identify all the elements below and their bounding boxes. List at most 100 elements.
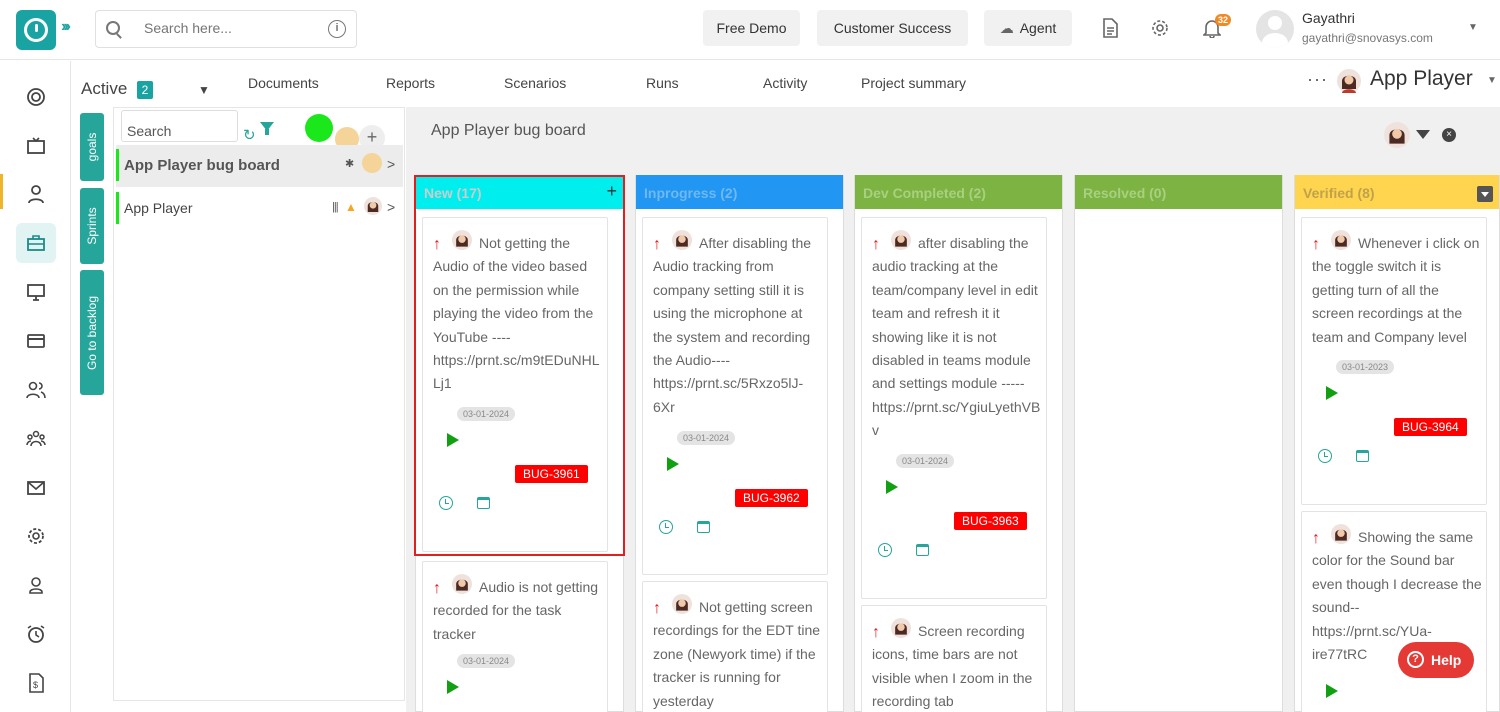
user-avatar[interactable]: [1256, 10, 1294, 48]
clock-logo-icon: [24, 18, 48, 42]
expand-menu-icon[interactable]: ›››: [61, 18, 71, 36]
chevron-right-icon[interactable]: >: [387, 156, 395, 172]
mail-icon[interactable]: [16, 468, 56, 508]
calendar-icon[interactable]: [1356, 450, 1369, 462]
tab-activity[interactable]: Activity: [763, 75, 807, 91]
settings-icon[interactable]: [16, 516, 56, 556]
projects-briefcase-icon[interactable]: [16, 223, 56, 263]
card-description: Whenever i click on the toggle switch it…: [1312, 235, 1480, 345]
card-date: 03-01-2023: [1336, 360, 1395, 374]
close-circle-icon[interactable]: ×: [1442, 128, 1456, 142]
issue-card[interactable]: ↑ Audio is not getting recorded for the …: [422, 561, 608, 712]
column-title: Inprogress (2): [644, 185, 738, 201]
agent-label: Agent: [1019, 20, 1057, 36]
bug-id-tag[interactable]: BUG-3964: [1394, 418, 1467, 436]
play-icon[interactable]: [447, 680, 459, 694]
play-icon[interactable]: [886, 480, 898, 494]
tab-reports[interactable]: Reports: [386, 75, 435, 91]
tab-documents[interactable]: Documents: [248, 75, 319, 91]
bug-id-tag[interactable]: BUG-3962: [735, 489, 808, 507]
calendar-icon[interactable]: [697, 521, 710, 533]
clock-icon[interactable]: [1318, 449, 1332, 463]
tv-icon[interactable]: [16, 126, 56, 166]
project-avatar-icon: [1337, 69, 1361, 93]
priority-bars-icon: |||: [332, 201, 339, 213]
play-icon[interactable]: [1326, 684, 1338, 698]
tab-scenarios[interactable]: Scenarios: [504, 75, 566, 91]
board-item-label: App Player bug board: [124, 157, 280, 174]
filter-icon[interactable]: [260, 122, 274, 135]
left-nav-rail: $: [0, 61, 71, 712]
app-logo[interactable]: [16, 10, 56, 50]
go-to-backlog-label: Go to backlog: [85, 295, 99, 370]
issue-card[interactable]: ↑ after disabling the audio tracking at …: [861, 217, 1047, 599]
user-icon[interactable]: [16, 174, 56, 214]
project-subnav: Active 2 ▼ Documents Reports Scenarios R…: [71, 61, 1500, 107]
board-filter-icon[interactable]: [1416, 130, 1430, 139]
help-button[interactable]: ? Help: [1398, 642, 1474, 678]
user-email: gayathri@snovasys.com: [1302, 31, 1433, 45]
selected-column-highlight: [414, 175, 625, 556]
column-title: Resolved (0): [1083, 185, 1167, 201]
board-item-indicator: [116, 149, 119, 181]
tab-project-summary[interactable]: Project summary: [861, 75, 966, 91]
issue-card[interactable]: ↑ Showing the same color for the Sound b…: [1301, 511, 1487, 712]
calendar-icon[interactable]: [916, 544, 929, 556]
board-item-app-player[interactable]: App Player ||| ▲ >: [116, 188, 403, 230]
profile-badge-icon[interactable]: [16, 565, 56, 605]
dashboard-target-icon[interactable]: [16, 77, 56, 117]
tab-runs[interactable]: Runs: [646, 75, 679, 91]
issue-card[interactable]: ↑ Not getting screen recordings for the …: [642, 581, 828, 712]
project-title[interactable]: App Player: [1370, 67, 1473, 91]
more-options-icon[interactable]: ···: [1307, 69, 1328, 90]
customer-success-button[interactable]: Customer Success: [817, 10, 968, 46]
issue-card[interactable]: ↑ Screen recording icons, time bars are …: [861, 605, 1047, 712]
card-icon[interactable]: [16, 321, 56, 361]
user-name: Gayathri: [1302, 10, 1355, 26]
clock-icon[interactable]: [878, 543, 892, 557]
bug-id-tag[interactable]: BUG-3963: [954, 512, 1027, 530]
board-search-input[interactable]: Search: [121, 110, 238, 142]
svg-text:$: $: [33, 680, 38, 690]
issue-card[interactable]: ↑ Whenever i click on the toggle switch …: [1301, 217, 1487, 505]
sprints-tab[interactable]: Sprints: [80, 188, 104, 264]
info-icon[interactable]: i: [328, 20, 346, 38]
settings-gear-icon[interactable]: [1150, 18, 1170, 43]
card-date: 03-01-2024: [677, 431, 736, 445]
board-avatar[interactable]: [1384, 122, 1410, 148]
owner-avatar: [362, 153, 382, 173]
clock-icon[interactable]: [659, 520, 673, 534]
active-dropdown-caret-icon[interactable]: ▼: [198, 83, 210, 97]
free-demo-button[interactable]: Free Demo: [703, 10, 800, 46]
monitor-icon[interactable]: [16, 272, 56, 312]
play-icon[interactable]: [667, 457, 679, 471]
help-label: Help: [1431, 652, 1462, 668]
invoice-icon[interactable]: $: [16, 663, 56, 703]
board-item-app-player-bug-board[interactable]: App Player bug board ✱ >: [116, 145, 403, 187]
agent-button[interactable]: ☁ Agent: [984, 10, 1072, 46]
collapse-column-icon[interactable]: [1477, 186, 1493, 202]
alarm-clock-icon[interactable]: [16, 614, 56, 654]
active-filter-label[interactable]: Active: [81, 79, 127, 99]
project-dropdown-caret-icon[interactable]: ▼: [1487, 75, 1497, 86]
play-icon[interactable]: [1326, 386, 1338, 400]
column-inprogress: Inprogress (2) ↑ After disabling the Aud…: [635, 175, 844, 712]
go-to-backlog-tab[interactable]: Go to backlog: [80, 270, 104, 395]
issue-card[interactable]: ↑ After disabling the Audio tracking fro…: [642, 217, 828, 575]
goals-tab[interactable]: goals: [80, 113, 104, 181]
column-verified: Verified (8) ↑ Whenever i click on the t…: [1294, 175, 1500, 712]
owner-avatar: [364, 197, 382, 215]
global-search[interactable]: i: [95, 10, 357, 48]
card-description: after disabling the audio tracking at th…: [872, 235, 1041, 439]
card-description: Not getting screen recordings for the ED…: [653, 599, 821, 709]
chevron-right-icon[interactable]: >: [387, 199, 395, 215]
status-indicator-dot: [305, 114, 333, 142]
column-title: Dev Completed (2): [863, 185, 986, 201]
search-input[interactable]: [144, 20, 314, 36]
team-icon[interactable]: [16, 419, 56, 459]
users-icon[interactable]: [16, 370, 56, 410]
search-icon: [106, 21, 120, 35]
user-menu-caret-icon[interactable]: ▼: [1468, 22, 1478, 33]
refresh-icon[interactable]: ↻: [243, 126, 256, 144]
document-icon[interactable]: [1101, 18, 1119, 43]
